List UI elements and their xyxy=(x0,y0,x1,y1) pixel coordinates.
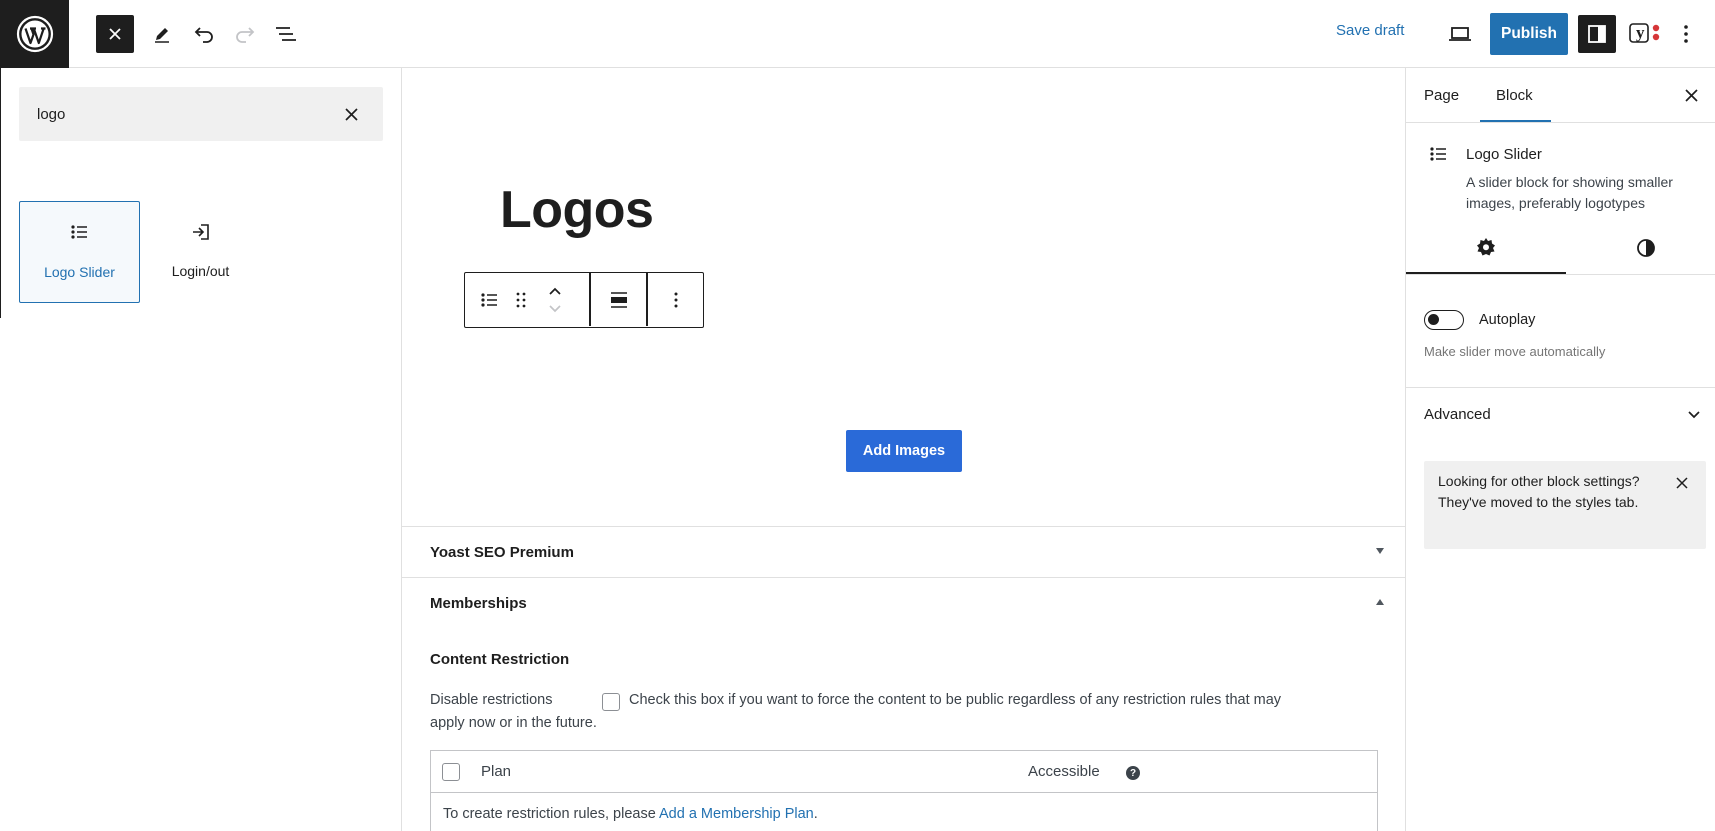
block-result-login-out[interactable]: Login/out xyxy=(140,201,261,303)
block-search-box xyxy=(19,87,383,141)
close-sidebar-button[interactable] xyxy=(1678,82,1704,108)
settings-toggle-button[interactable] xyxy=(1578,15,1616,53)
disable-restrictions-checkbox[interactable] xyxy=(602,693,620,711)
disable-restrictions-label: Disable restrictions xyxy=(430,692,553,708)
publish-button[interactable]: Publish xyxy=(1490,13,1568,55)
list-icon xyxy=(1430,147,1446,161)
yoast-metabox-header[interactable]: Yoast SEO Premium xyxy=(402,527,1405,577)
undo-button[interactable] xyxy=(185,15,223,53)
options-menu-button[interactable] xyxy=(1674,15,1698,53)
page-heading[interactable]: Logos xyxy=(500,180,654,240)
block-result-logo-slider[interactable]: Logo Slider xyxy=(19,201,140,303)
drag-handle[interactable] xyxy=(509,273,533,326)
block-result-label: Login/out xyxy=(171,263,230,279)
settings-sidebar: Page Block Logo Slider A slider block fo… xyxy=(1405,68,1715,831)
laptop-icon xyxy=(1449,27,1471,41)
yoast-icon: y xyxy=(1629,23,1660,43)
chevron-up-down-icon xyxy=(549,287,561,312)
more-vertical-icon xyxy=(1684,25,1688,43)
clear-search-button[interactable] xyxy=(336,99,366,129)
autoplay-help-text: Make slider move automatically xyxy=(1424,344,1606,359)
close-inserter-button[interactable] xyxy=(96,15,134,53)
select-all-plans-checkbox[interactable] xyxy=(442,763,460,781)
list-view-icon xyxy=(276,27,296,41)
plan-table-header: Plan Accessible ? xyxy=(431,751,1377,793)
caret-up-icon xyxy=(1376,599,1384,605)
yoast-letter: y xyxy=(1636,23,1645,42)
create-rules-text: To create restriction rules, please xyxy=(443,806,656,822)
align-button[interactable] xyxy=(591,273,647,326)
undo-icon xyxy=(194,27,213,43)
block-result-label: Logo Slider xyxy=(44,264,115,280)
create-rules-end: . xyxy=(813,806,818,822)
gear-icon xyxy=(1477,238,1495,256)
styles-moved-notice: Looking for other block settings? They'v… xyxy=(1424,461,1706,549)
memberships-metabox-header[interactable]: Memberships xyxy=(402,578,1405,628)
wordpress-logo-button[interactable] xyxy=(0,0,69,68)
tools-button[interactable] xyxy=(143,15,181,53)
notice-text: Looking for other block settings? They'v… xyxy=(1438,473,1640,510)
redo-icon xyxy=(236,27,255,43)
block-type-button[interactable] xyxy=(475,273,505,326)
redo-button[interactable] xyxy=(226,15,264,53)
advanced-label: Advanced xyxy=(1424,406,1491,423)
tab-page[interactable]: Page xyxy=(1424,68,1459,122)
accessible-column-header: Accessible xyxy=(1028,763,1100,780)
list-icon xyxy=(70,225,87,239)
dismiss-notice-button[interactable] xyxy=(1672,473,1692,493)
block-card-title: Logo Slider xyxy=(1466,146,1542,163)
yoast-metabox-title: Yoast SEO Premium xyxy=(430,543,574,561)
contrast-icon xyxy=(1637,239,1655,257)
sidebar-icon xyxy=(1588,25,1606,43)
block-options-button[interactable] xyxy=(648,273,703,326)
add-images-button[interactable]: Add Images xyxy=(846,430,962,472)
block-card-description: A slider block for showing smaller image… xyxy=(1466,174,1673,211)
block-search-input[interactable] xyxy=(19,87,319,141)
advanced-panel-toggle[interactable]: Advanced xyxy=(1406,388,1715,442)
close-icon xyxy=(1676,477,1688,489)
editor-top-bar: Save draft Publish y xyxy=(0,0,1715,68)
caret-down-icon xyxy=(1376,548,1384,554)
save-draft-button[interactable]: Save draft xyxy=(1336,22,1404,39)
move-up-down-buttons[interactable] xyxy=(541,273,569,326)
list-icon xyxy=(481,292,497,307)
restriction-plan-table: Plan Accessible ? To create restriction … xyxy=(430,750,1378,831)
close-icon xyxy=(109,28,121,40)
pencil-icon xyxy=(155,28,169,43)
autoplay-label: Autoplay xyxy=(1479,312,1536,328)
editor-canvas: Logos Add Images Yoast SEO Premium Membe… xyxy=(402,68,1405,831)
document-overview-button[interactable] xyxy=(267,15,305,53)
drag-handle-icon xyxy=(516,292,526,307)
block-toolbar xyxy=(464,272,704,328)
memberships-metabox-title: Memberships xyxy=(430,594,527,612)
tab-block[interactable]: Block xyxy=(1480,68,1551,122)
chevron-down-icon xyxy=(1688,411,1700,419)
tab-styles[interactable] xyxy=(1566,222,1715,274)
align-full-icon xyxy=(611,291,627,308)
panel-edge-divider xyxy=(0,68,1,318)
preview-button[interactable] xyxy=(1441,15,1479,53)
tab-settings[interactable] xyxy=(1406,222,1566,274)
add-membership-plan-link[interactable]: Add a Membership Plan xyxy=(659,806,814,822)
block-inserter-panel: Logo Slider Login/out xyxy=(0,68,402,831)
yoast-button[interactable]: y xyxy=(1626,15,1664,53)
wordpress-icon xyxy=(16,15,53,53)
login-icon xyxy=(192,224,209,240)
create-rules-row: To create restriction rules, please Add … xyxy=(443,806,818,822)
disable-restrictions-description-2: apply now or in the future. xyxy=(430,715,597,731)
help-icon[interactable]: ? xyxy=(1126,766,1140,780)
yoast-metabox: Yoast SEO Premium xyxy=(402,526,1405,577)
autoplay-toggle[interactable] xyxy=(1424,310,1464,330)
plan-column-header: Plan xyxy=(481,763,512,780)
disable-restrictions-description: Check this box if you want to force the … xyxy=(629,692,1282,708)
close-icon xyxy=(1684,88,1698,102)
content-restriction-title: Content Restriction xyxy=(430,651,570,668)
more-vertical-icon xyxy=(674,292,677,307)
close-icon xyxy=(344,107,358,121)
